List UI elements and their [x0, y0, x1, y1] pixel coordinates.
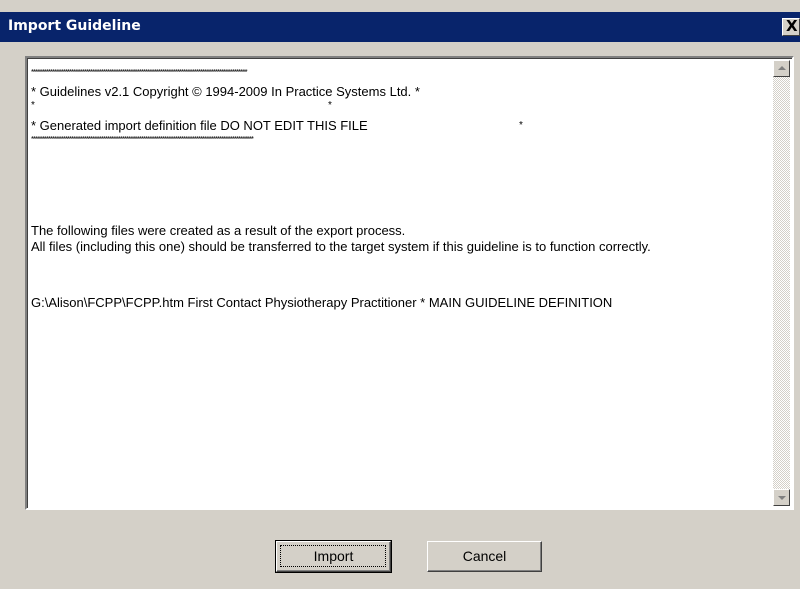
cancel-button[interactable]: Cancel — [427, 541, 542, 572]
transfer-instructions: All files (including this one) should be… — [31, 239, 651, 254]
file-entry: G:\Alison\FCPP\FCPP.htm First Contact Ph… — [31, 295, 613, 310]
close-icon: X — [786, 17, 798, 35]
star-border-bottom: ****************************************… — [31, 135, 254, 144]
guideline-text-area[interactable]: ****************************************… — [25, 56, 794, 510]
export-info-line: The following files were created as a re… — [31, 223, 406, 238]
star-single-mid: * — [328, 100, 332, 111]
scroll-up-button[interactable] — [773, 60, 790, 77]
window-title: Import Guideline — [8, 18, 141, 34]
scroll-down-arrow-icon — [778, 496, 786, 500]
vertical-scrollbar[interactable] — [773, 60, 790, 506]
close-button[interactable]: X — [782, 17, 800, 36]
import-button[interactable]: Import — [275, 540, 392, 573]
star-border-top: ****************************************… — [31, 68, 248, 77]
text-area-content: ****************************************… — [29, 60, 769, 506]
cancel-button-label: Cancel — [462, 548, 507, 564]
copyright-line: * Guidelines v2.1 Copyright © 1994-2009 … — [31, 84, 420, 99]
import-guideline-dialog: Import Guideline X *********************… — [0, 0, 800, 589]
scroll-up-arrow-icon — [778, 66, 786, 70]
generated-line-star: * — [519, 120, 523, 131]
generated-file-line: * Generated import definition file DO NO… — [31, 118, 368, 133]
scroll-down-button[interactable] — [773, 489, 790, 506]
star-single-left: * — [31, 100, 35, 111]
title-bar[interactable]: Import Guideline X — [0, 12, 800, 42]
import-button-label: Import — [313, 548, 354, 564]
